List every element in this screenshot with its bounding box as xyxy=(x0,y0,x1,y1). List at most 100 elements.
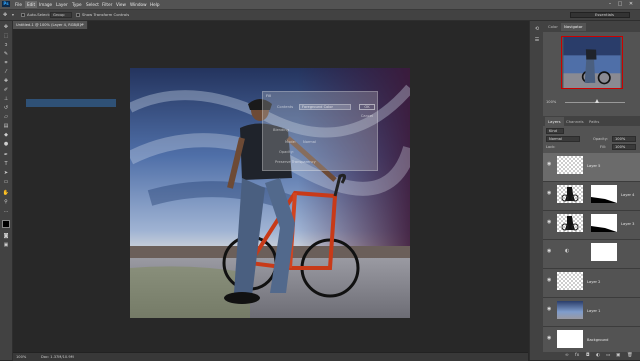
path-select-tool-icon[interactable]: ➤ xyxy=(2,170,10,177)
menu-type[interactable]: Type xyxy=(70,1,84,8)
layer-thumbnail[interactable] xyxy=(557,272,583,290)
brush-tool-icon[interactable]: ✐ xyxy=(2,87,10,94)
ok-button[interactable]: OK xyxy=(359,104,375,110)
visibility-eye-icon[interactable]: ◉ xyxy=(547,190,551,196)
menu-view[interactable]: View xyxy=(114,1,128,8)
visibility-eye-icon[interactable]: ◉ xyxy=(547,161,551,167)
more-tools-icon[interactable]: … xyxy=(2,208,10,215)
healing-brush-tool-icon[interactable]: ✚ xyxy=(2,78,10,85)
mode-value[interactable]: Normal xyxy=(303,140,316,144)
visibility-eye-icon[interactable]: ◉ xyxy=(547,219,551,225)
layer-thumbnail[interactable] xyxy=(557,330,583,348)
foreground-color-swatch[interactable] xyxy=(2,220,10,228)
navigator-thumbnail[interactable] xyxy=(561,36,623,89)
eyedropper-tool-icon[interactable]: ⁄ xyxy=(2,69,10,76)
screen-mode-icon[interactable]: ▣ xyxy=(2,242,10,249)
fx-icon[interactable]: fx xyxy=(575,353,579,358)
contents-dropdown[interactable]: Foreground Color xyxy=(299,104,351,110)
close-window-button[interactable]: ✕ xyxy=(627,1,635,7)
menu-file[interactable]: File xyxy=(13,1,24,8)
navigator-slider-knob[interactable] xyxy=(595,99,599,103)
gradient-tool-icon[interactable]: ▤ xyxy=(2,123,10,130)
tab-color[interactable]: Color xyxy=(545,23,561,31)
layer-mask-thumbnail[interactable] xyxy=(591,185,617,203)
layer-name[interactable]: Layer 3 xyxy=(621,222,634,226)
blur-tool-icon[interactable]: ◆ xyxy=(2,132,10,139)
type-tool-icon[interactable]: T xyxy=(2,161,10,168)
layer-name[interactable]: Layer 4 xyxy=(621,193,634,197)
tab-navigator[interactable]: Navigator xyxy=(561,23,586,31)
visibility-eye-icon[interactable]: ◉ xyxy=(547,277,551,283)
zoom-level[interactable]: 100% xyxy=(16,354,26,360)
properties-panel-icon[interactable]: ☰ xyxy=(533,37,541,44)
history-brush-tool-icon[interactable]: ↺ xyxy=(2,105,10,112)
menu-edit[interactable]: Edit xyxy=(25,1,38,8)
move-tool-icon[interactable]: ✥ xyxy=(3,12,7,18)
cancel-button[interactable]: Cancel xyxy=(359,114,375,120)
marquee-tool-icon[interactable]: ⬚ xyxy=(2,33,10,40)
zoom-tool-icon[interactable]: ⚲ xyxy=(2,199,10,206)
menu-select[interactable]: Select xyxy=(84,1,101,8)
tab-layers[interactable]: Layers xyxy=(545,117,564,126)
layer-row[interactable]: ◉ Layer 5 xyxy=(543,153,640,182)
link-icon[interactable]: ∞ xyxy=(565,353,569,358)
quick-mask-icon[interactable]: ◙ xyxy=(2,233,10,240)
adjustment-icon[interactable]: ◐ xyxy=(596,353,600,358)
layer-thumbnail[interactable] xyxy=(557,185,583,203)
clone-stamp-tool-icon[interactable]: ⊥ xyxy=(2,96,10,103)
visibility-eye-icon[interactable]: ◉ xyxy=(547,248,551,254)
layer-name[interactable]: Layer 5 xyxy=(587,164,600,168)
trash-icon[interactable]: 🗑 xyxy=(627,353,633,358)
layer-name[interactable]: Layer 1 xyxy=(587,309,600,313)
fill-field[interactable]: 100% xyxy=(612,144,636,150)
menu-filter[interactable]: Filter xyxy=(100,1,114,8)
filter-kind-dropdown[interactable]: Kind xyxy=(546,128,564,134)
layer-row[interactable]: ◉ Layer 3 xyxy=(543,211,640,240)
maximize-button[interactable]: □ xyxy=(616,1,624,7)
layer-name[interactable]: Layer 2 xyxy=(587,280,600,284)
crop-tool-icon[interactable]: ⌗ xyxy=(2,60,10,67)
layer-row[interactable]: ◉ Layer 4 xyxy=(543,182,640,211)
hand-tool-icon[interactable]: ✋ xyxy=(2,190,10,197)
layer-name[interactable]: Background xyxy=(587,338,608,342)
pen-tool-icon[interactable]: ✒ xyxy=(2,152,10,159)
blend-mode-dropdown[interactable]: Normal xyxy=(546,136,580,142)
visibility-eye-icon[interactable]: ◉ xyxy=(547,335,551,341)
layer-row[interactable]: ◉ Layer 2 xyxy=(543,269,640,298)
shape-tool-icon[interactable]: ▭ xyxy=(2,179,10,186)
auto-select-dropdown[interactable]: Group xyxy=(50,12,72,18)
new-layer-icon[interactable]: ▣ xyxy=(616,353,620,358)
close-document-icon[interactable]: × xyxy=(80,22,83,28)
document-tab[interactable]: Untitled-1 @ 100% (Layer 4, RGB/8) * × xyxy=(13,21,88,29)
workspace-dropdown[interactable]: Essentials xyxy=(570,12,630,18)
document-info[interactable]: Doc: 1.37M/10.9M xyxy=(41,354,74,360)
layer-mask-thumbnail[interactable] xyxy=(591,214,617,232)
menu-layer[interactable]: Layer xyxy=(54,1,70,8)
menu-window[interactable]: Window xyxy=(128,1,149,8)
folder-icon[interactable]: ▭ xyxy=(606,353,610,358)
layer-thumbnail[interactable]: ◐ xyxy=(557,243,583,261)
layer-thumbnail[interactable] xyxy=(557,301,583,319)
tab-channels[interactable]: Channels xyxy=(563,117,587,126)
show-transform-checkbox[interactable] xyxy=(76,13,80,17)
tool-preset-chevron-icon[interactable]: ▾ xyxy=(12,12,14,18)
layer-thumbnail[interactable] xyxy=(557,156,583,174)
minimize-button[interactable]: – xyxy=(606,1,614,7)
move-tool-icon[interactable]: ✥ xyxy=(2,24,10,31)
quick-select-tool-icon[interactable]: ✎ xyxy=(2,51,10,58)
menu-image[interactable]: Image xyxy=(37,1,54,8)
eraser-tool-icon[interactable]: ▱ xyxy=(2,114,10,121)
opacity-field[interactable]: 100% xyxy=(612,136,636,142)
navigator-zoom[interactable]: 100% xyxy=(546,100,556,104)
auto-select-checkbox[interactable] xyxy=(21,13,25,17)
menu-help[interactable]: Help xyxy=(148,1,162,8)
tab-paths[interactable]: Paths xyxy=(586,117,602,126)
mask-icon[interactable]: ◘ xyxy=(586,353,590,358)
layer-thumbnail[interactable] xyxy=(557,214,583,232)
dodge-tool-icon[interactable]: ● xyxy=(2,141,10,148)
layer-row[interactable]: ◉ ◐ xyxy=(543,240,640,269)
visibility-eye-icon[interactable]: ◉ xyxy=(547,306,551,312)
layer-row[interactable]: ◉ Layer 1 xyxy=(543,298,640,327)
history-panel-icon[interactable]: ⟲ xyxy=(533,26,541,33)
layer-mask-thumbnail[interactable] xyxy=(591,243,617,261)
